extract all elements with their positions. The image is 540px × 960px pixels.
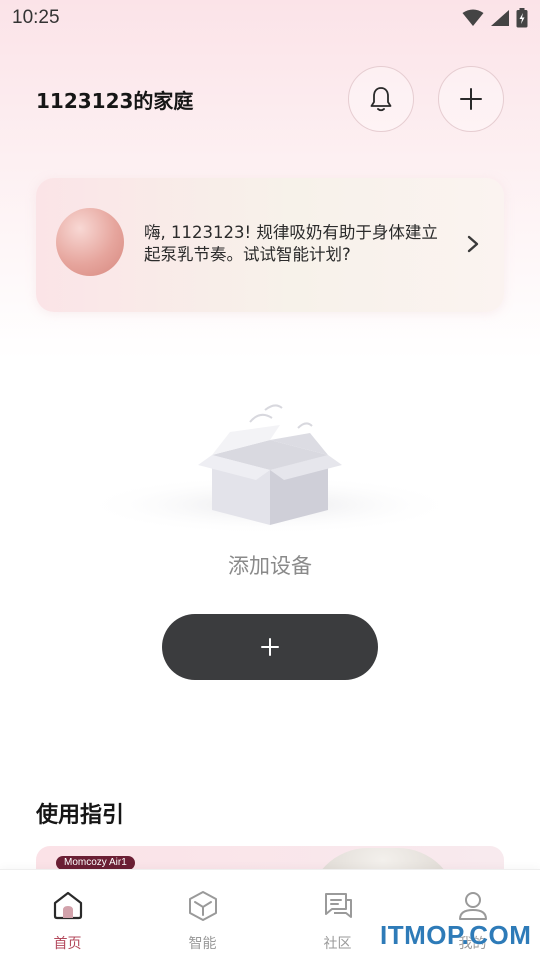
status-icons [462, 8, 528, 28]
bell-icon [370, 87, 392, 112]
signal-icon [491, 10, 509, 26]
add-device-button[interactable] [162, 614, 378, 680]
nav-home-label: 首页 [53, 936, 82, 952]
cube-icon [188, 891, 217, 921]
user-icon [458, 892, 487, 920]
watermark: ITMOP.COM [380, 920, 532, 950]
product-badge: Momcozy Air1 [56, 856, 135, 870]
nav-home[interactable]: 首页 [0, 870, 135, 960]
guide-section-title: 使用指引 [36, 803, 125, 828]
empty-box-illustration [80, 404, 460, 535]
battery-icon [516, 8, 528, 28]
wifi-icon [462, 9, 484, 26]
add-device-label: 添加设备 [228, 554, 312, 578]
chevron-right-icon [467, 235, 479, 253]
plus-icon [261, 638, 279, 656]
chat-icon [324, 893, 352, 918]
plus-icon [460, 88, 482, 110]
smart-plan-banner[interactable]: 嗨, 1123123! 规律吸奶有助于身体建立起泵乳节奏。试试智能计划? [36, 178, 504, 312]
banner-message: 嗨, 1123123! 规律吸奶有助于身体建立起泵乳节奏。试试智能计划? [144, 223, 438, 264]
status-bar: 10:25 [0, 0, 540, 36]
notifications-button[interactable] [348, 66, 414, 132]
add-button[interactable] [438, 66, 504, 132]
family-title[interactable]: 1123123的家庭 [36, 85, 193, 114]
nav-smart[interactable]: 智能 [135, 870, 270, 960]
banner-image [56, 208, 124, 276]
status-time: 10:25 [12, 7, 60, 28]
home-icon [53, 891, 82, 920]
nav-smart-label: 智能 [188, 936, 217, 952]
